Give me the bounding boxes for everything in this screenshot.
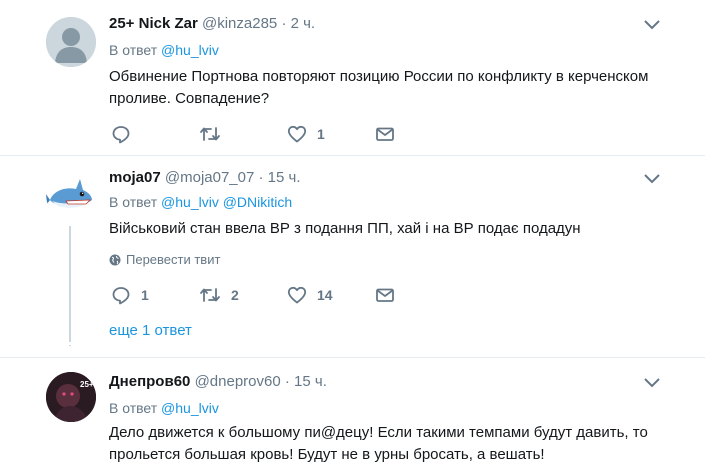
avatar-label: 25+	[80, 380, 94, 389]
reply-icon	[112, 287, 130, 305]
reply-button[interactable]: 1	[111, 283, 149, 307]
like-count: 1	[317, 126, 325, 142]
user-handle[interactable]: @moja07_07	[165, 169, 254, 186]
tweet-header: moja07 @moja07_07 · 15 ч.	[109, 169, 301, 186]
retweet-icon	[200, 288, 220, 302]
chevron-down-icon[interactable]	[643, 172, 661, 184]
chevron-down-icon[interactable]	[643, 18, 661, 30]
mention-link[interactable]: @hu_lviv	[161, 400, 219, 416]
reply-prefix: В ответ	[109, 42, 158, 58]
like-button[interactable]: 14	[287, 283, 333, 307]
avatar[interactable]: 25+	[46, 372, 96, 422]
separator-dot: ·	[258, 169, 264, 186]
timestamp[interactable]: 15 ч.	[268, 169, 301, 186]
timestamp[interactable]: 15 ч.	[294, 373, 327, 390]
thread-dots	[69, 330, 71, 346]
reply-prefix: В ответ	[109, 194, 158, 210]
like-button[interactable]: 1	[287, 122, 325, 146]
user-handle[interactable]: @dneprov60	[195, 373, 281, 390]
tweet-actions: 1 2 14	[109, 283, 409, 307]
tweet-text: Військовий стан ввела ВР з подання ПП, х…	[109, 220, 581, 237]
reply-context: В ответ @hu_lviv	[109, 42, 219, 58]
display-name[interactable]: moja07	[109, 169, 161, 186]
separator-dot: ·	[281, 15, 287, 32]
direct-message-button[interactable]	[375, 122, 395, 146]
tweet[interactable]: moja07 @moja07_07 · 15 ч. В ответ @hu_lv…	[0, 156, 705, 356]
avatar[interactable]	[46, 17, 96, 67]
thread-line	[69, 226, 71, 341]
tweet[interactable]: 25+ Nick Zar @kinza285 · 2 ч. В ответ @h…	[0, 0, 705, 155]
reply-context: В ответ @hu_lviv	[109, 400, 219, 416]
display-name[interactable]: 25+ Nick Zar	[109, 15, 198, 32]
direct-message-button[interactable]	[375, 283, 395, 307]
reply-icon	[112, 126, 130, 144]
default-avatar-icon	[46, 17, 96, 67]
display-name[interactable]: Днепров60	[109, 373, 190, 390]
heart-icon	[287, 286, 307, 304]
envelope-icon	[376, 288, 394, 302]
reply-count: 1	[141, 287, 149, 303]
heart-icon	[287, 125, 307, 143]
mention-link[interactable]: @hu_lviv	[161, 42, 219, 58]
globe-icon	[109, 254, 121, 265]
tweet-header: 25+ Nick Zar @kinza285 · 2 ч.	[109, 15, 315, 32]
tweet[interactable]: 25+ Днепров60 @dneprov60 · 15 ч. В ответ…	[0, 358, 705, 472]
shark-avatar-icon	[46, 170, 96, 220]
like-count: 14	[317, 287, 333, 303]
envelope-icon	[376, 127, 394, 141]
show-more-replies-link[interactable]: еще 1 ответ	[109, 322, 192, 339]
tweet-text: Дело движется к большому пи@децу! Если т…	[109, 424, 648, 463]
reply-prefix: В ответ	[109, 400, 158, 416]
retweet-button[interactable]: 2	[199, 283, 239, 307]
chevron-down-icon[interactable]	[643, 376, 661, 388]
retweet-button[interactable]	[199, 122, 231, 146]
translate-link[interactable]: Перевести твит	[109, 252, 220, 267]
retweet-icon	[200, 127, 220, 141]
tweet-text: Обвинение Портнова повторяют позицию Рос…	[109, 68, 649, 107]
person-photo-avatar-icon: 25+	[46, 372, 96, 422]
separator-dot: ·	[284, 373, 290, 390]
translate-label: Перевести твит	[126, 252, 221, 267]
reply-button[interactable]	[111, 122, 141, 146]
user-handle[interactable]: @kinza285	[202, 15, 277, 32]
timestamp[interactable]: 2 ч.	[291, 15, 316, 32]
tweet-header: Днепров60 @dneprov60 · 15 ч.	[109, 373, 327, 390]
reply-context: В ответ @hu_lviv @DNikitich	[109, 194, 292, 210]
retweet-count: 2	[231, 287, 239, 303]
mention-link[interactable]: @hu_lviv	[161, 194, 219, 210]
avatar[interactable]	[46, 170, 96, 220]
mention-link[interactable]: @DNikitich	[223, 194, 292, 210]
tweet-actions: 1	[109, 122, 409, 146]
